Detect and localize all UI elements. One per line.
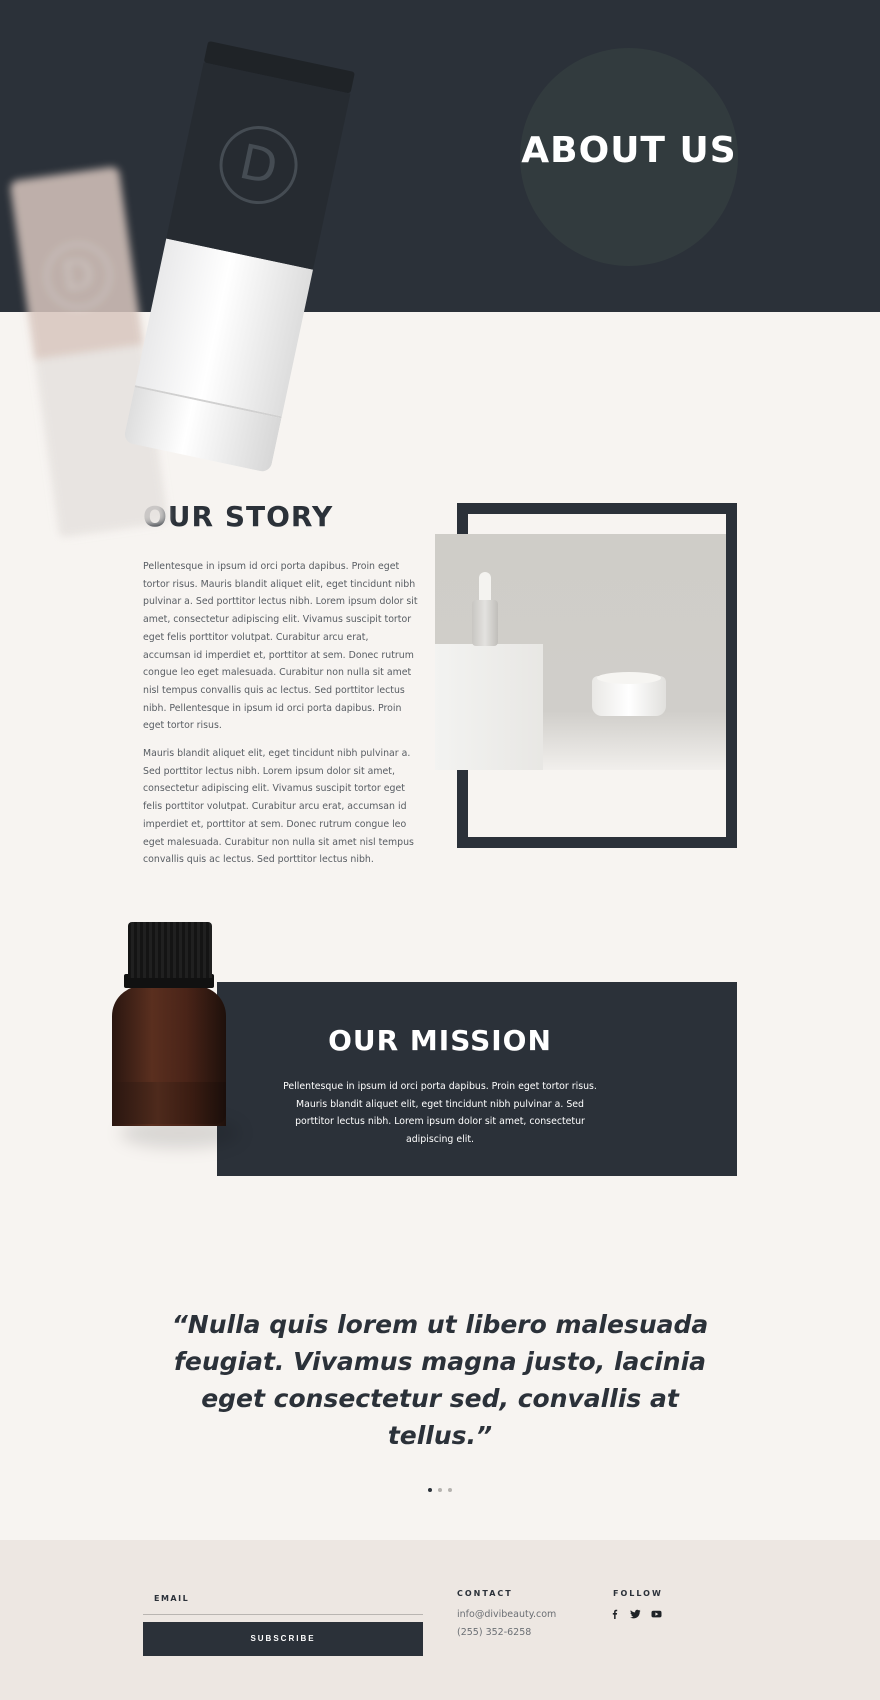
mission-body: Pellentesque in ipsum id orci porta dapi… [283,1081,597,1146]
social-links [610,1609,662,1619]
twitter-icon[interactable] [630,1609,641,1619]
contact-phone-link[interactable]: (255) 352-6258 [457,1627,531,1638]
footer [0,1540,880,1700]
email-field-label: EMAIL [154,1594,190,1603]
story-paragraph: Pellentesque in ipsum id orci porta dapi… [143,561,418,732]
subscribe-button[interactable]: SUBSCRIBE [143,1622,423,1656]
slider-dot-1[interactable] [428,1488,432,1492]
contact-heading: CONTACT [457,1589,513,1598]
amber-bottle-image [110,922,240,1204]
mission-heading: OUR MISSION [328,1024,552,1057]
contact-email-link[interactable]: info@divibeauty.com [457,1609,556,1620]
story-paragraph: Mauris blandit aliquet elit, eget tincid… [143,748,414,866]
story-body: Pellentesque in ipsum id orci porta dapi… [143,558,419,879]
slider-dot-3[interactable] [448,1488,452,1492]
slider-dot-2[interactable] [438,1488,442,1492]
email-field[interactable] [143,1614,423,1615]
page-title: ABOUT US [521,130,737,171]
follow-heading: FOLLOW [613,1589,663,1598]
facebook-icon[interactable] [610,1609,620,1619]
slider-pagination [428,1488,452,1492]
story-heading: OUR STORY [143,500,334,533]
brand-logo: D [212,118,305,212]
testimonial-quote: “Nulla quis lorem ut libero malesuada fe… [171,1310,709,1450]
youtube-icon[interactable] [651,1609,662,1619]
story-product-photo [435,534,726,770]
